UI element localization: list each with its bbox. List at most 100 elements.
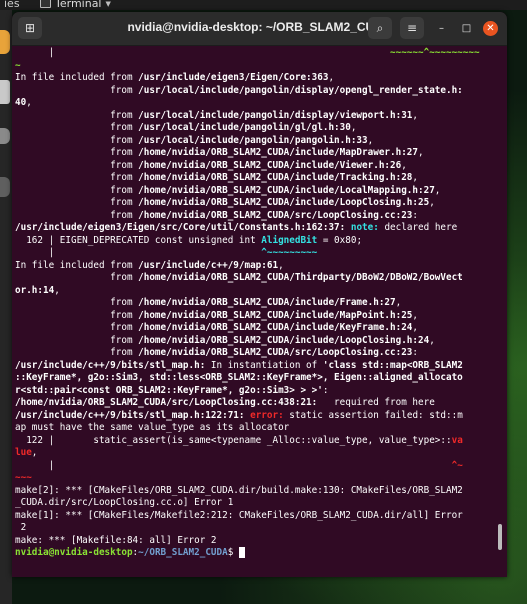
terminal-line: ~~~ <box>15 472 500 485</box>
terminal-text: /home/nvidia/ORB_SLAM2_CUDA/include/MapP… <box>138 309 413 321</box>
terminal-text: /home/nvidia/ORB_SLAM2_CUDA/include/Fram… <box>138 297 396 308</box>
terminal-text: : <box>412 209 419 221</box>
terminal-text: : <box>322 384 329 396</box>
terminal-text: 2 <box>15 522 27 533</box>
terminal-text: /usr/local/include/pangolin/pangolin.h:3… <box>138 134 368 146</box>
terminal-text: In instantiation of <box>205 359 323 371</box>
menu-button[interactable]: ≡ <box>400 17 424 39</box>
terminal-line: _CUDA.dir/src/LoopClosing.cc.o] Error 1 <box>15 497 500 510</box>
terminal-window: ⊞ nvidia@nvidia-desktop: ~/ORB_SLAM2_CUD… <box>12 12 507 577</box>
terminal-line: make[1]: *** [CMakeFiles/Makefile2:212: … <box>15 510 500 523</box>
terminal-line: from /home/nvidia/ORB_SLAM2_CUDA/include… <box>15 322 500 335</box>
terminal-line: 122 | static_assert(is_same<typename _Al… <box>15 435 500 448</box>
terminal-text: ~ <box>15 59 21 71</box>
terminal-text: , <box>26 97 32 108</box>
terminal-line: from /home/nvidia/ORB_SLAM2_CUDA/Thirdpa… <box>15 272 500 285</box>
chevron-down-icon: ▼ <box>105 0 111 8</box>
terminal-line: from /home/nvidia/ORB_SLAM2_CUDA/src/Loo… <box>15 347 500 360</box>
prompt-user-host: nvidia@nvidia-desktop <box>15 547 133 558</box>
terminal-line: from /home/nvidia/ORB_SLAM2_CUDA/include… <box>15 172 500 185</box>
terminal-line: /usr/include/c++/9/bits/stl_map.h: In in… <box>15 360 500 373</box>
top-bar: ies Terminal ▼ <box>0 0 527 10</box>
terminal-text: , <box>434 184 441 196</box>
terminal-text: from <box>15 197 139 208</box>
terminal-text: ^~~~~~~~~~ <box>261 247 318 258</box>
shell-prompt[interactable]: nvidia@nvidia-desktop:~/ORB_SLAM2_CUDA$ <box>15 547 500 560</box>
title-bar[interactable]: ⊞ nvidia@nvidia-desktop: ~/ORB_SLAM2_CUD… <box>12 12 507 46</box>
terminal-text: , <box>401 159 407 171</box>
terminal-line: from /home/nvidia/ORB_SLAM2_CUDA/src/Loo… <box>15 210 500 223</box>
minimize-button[interactable]: – <box>434 21 449 36</box>
terminal-line: from /usr/local/include/pangolin/display… <box>15 110 500 123</box>
terminal-text: make: *** [Makefile:84: all] Error 2 <box>15 534 217 546</box>
terminal-text: /usr/include/c++/9/map:61 <box>138 259 279 271</box>
app-menu[interactable]: Terminal ▼ <box>40 0 111 10</box>
terminal-text: /usr/include/c++/9/bits/stl_map.h:122:71… <box>15 409 245 421</box>
terminal-line: from /home/nvidia/ORB_SLAM2_CUDA/include… <box>15 147 500 160</box>
terminal-text: /usr/include/eigen3/Eigen/src/Core/util/… <box>15 222 346 233</box>
terminal-output[interactable]: | ~~~~~~^~~~~~~~~~ ~ In file included from… <box>15 47 500 575</box>
terminal-text: make[1]: *** [CMakeFiles/Makefile2:212: … <box>15 509 463 521</box>
terminal-text: , <box>367 134 374 146</box>
terminal-text: /usr/local/include/pangolin/display/view… <box>138 109 413 121</box>
terminal-text: , <box>54 284 60 296</box>
search-button[interactable]: ⌕ <box>368 17 392 39</box>
terminal-text: /home/nvidia/ORB_SLAM2_CUDA/src/LoopClos… <box>15 397 318 408</box>
terminal-text: , <box>412 109 419 121</box>
terminal-line: /usr/include/c++/9/bits/stl_map.h:122:71… <box>15 410 500 423</box>
terminal-text: , <box>429 197 435 208</box>
terminal-text: /home/nvidia/ORB_SLAM2_CUDA/include/Loca… <box>138 184 435 196</box>
terminal-line: from /usr/local/include/pangolin/gl/gl.h… <box>15 122 500 135</box>
terminal-text: from <box>15 322 139 333</box>
terminal-text: or.h:14 <box>15 284 55 296</box>
terminal-text: ~~~~~~^~~~~~~~~~ <box>390 47 480 58</box>
dock-app-icon[interactable] <box>0 30 10 54</box>
terminal-text: /usr/local/include/pangolin/display/open… <box>138 84 463 96</box>
terminal-text: from <box>15 159 139 171</box>
dock-app-icon[interactable] <box>0 80 10 104</box>
close-icon: ✕ <box>486 23 495 34</box>
terminal-text: from <box>15 84 139 96</box>
terminal-text: , <box>395 297 402 308</box>
terminal-text: error: <box>250 409 284 421</box>
terminal-text: /usr/include/eigen3/Eigen/Core:363 <box>138 72 329 83</box>
terminal-text: required from here <box>317 397 435 408</box>
prompt-path: ~/ORB_SLAM2_CUDA <box>138 547 228 558</box>
terminal-text: from <box>15 272 139 283</box>
terminal-line: | ^~ <box>15 460 500 473</box>
terminal-text: ap must have the same value_type as its … <box>15 422 290 433</box>
maximize-button[interactable]: □ <box>459 21 474 36</box>
terminal-text: from <box>15 347 139 358</box>
activities-button[interactable]: ies <box>4 0 20 10</box>
terminal-text: from <box>15 297 139 308</box>
terminal-text: /home/nvidia/ORB_SLAM2_CUDA/src/LoopClos… <box>138 209 413 221</box>
terminal-text: lue <box>15 447 32 458</box>
terminal-line: 162 | EIGEN_DEPRECATED const unsigned in… <box>15 235 500 248</box>
terminal-line: or.h:14, <box>15 285 500 298</box>
terminal-line: 2 <box>15 522 500 535</box>
terminal-line: /home/nvidia/ORB_SLAM2_CUDA/src/LoopClos… <box>15 397 500 410</box>
terminal-line: make: *** [Makefile:84: all] Error 2 <box>15 535 500 548</box>
dock-app-icon[interactable] <box>0 177 10 197</box>
terminal-line: ap must have the same value_type as its … <box>15 422 500 435</box>
terminal-text: , <box>412 309 419 321</box>
scrollbar[interactable] <box>498 524 502 550</box>
terminal-line: In file included from /usr/include/eigen… <box>15 72 500 85</box>
search-icon: ⌕ <box>376 21 384 35</box>
terminal-line: from /home/nvidia/ORB_SLAM2_CUDA/include… <box>15 310 500 323</box>
terminal-line: 40, <box>15 97 500 110</box>
dock-app-icon[interactable] <box>0 128 10 144</box>
terminal-text: /home/nvidia/ORB_SLAM2_CUDA/Thirdparty/D… <box>138 272 463 283</box>
terminal-line: from /home/nvidia/ORB_SLAM2_CUDA/include… <box>15 197 500 210</box>
hamburger-menu-icon: ≡ <box>406 21 418 35</box>
close-button[interactable]: ✕ <box>483 21 498 36</box>
terminal-line: ::KeyFrame*, g2o::Sim3, std::less<ORB_SL… <box>15 372 500 385</box>
terminal-text: 122 | static_assert(is_same<typename _Al… <box>15 434 452 446</box>
terminal-text: from <box>15 209 139 221</box>
terminal-text: make[2]: *** [CMakeFiles/ORB_SLAM2_CUDA.… <box>15 484 463 496</box>
terminal-line: from /usr/local/include/pangolin/display… <box>15 85 500 98</box>
terminal-line: from /home/nvidia/ORB_SLAM2_CUDA/include… <box>15 185 500 198</box>
dock <box>0 10 12 604</box>
terminal-line: | ~~~~~~^~~~~~~~~~ <box>15 47 500 60</box>
terminal-text: r<std::pair<const ORB_SLAM2::KeyFrame*, … <box>15 384 323 396</box>
